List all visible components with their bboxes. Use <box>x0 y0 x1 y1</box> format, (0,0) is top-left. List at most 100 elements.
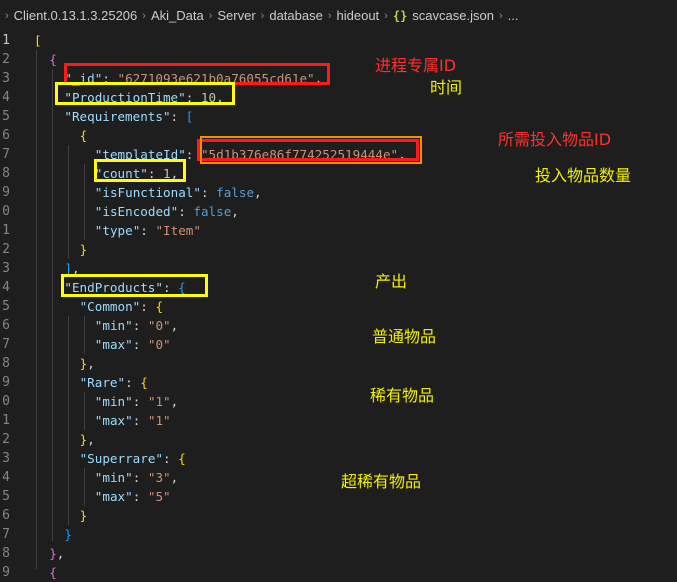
code-token: : <box>140 223 156 238</box>
code-line[interactable]: 9 "Rare": { <box>0 373 677 392</box>
breadcrumb-symbol-ellipsis[interactable]: ... <box>508 8 519 23</box>
chevron-right-icon: › <box>384 9 388 22</box>
code-token: : <box>140 299 156 314</box>
code-token: "0" <box>147 318 171 333</box>
breadcrumb-item-aki-data[interactable]: Aki_Data <box>151 8 204 23</box>
code-line[interactable]: 9{ <box>0 563 677 582</box>
line-number: 8 <box>2 166 10 181</box>
rare-note: 稀有物品 <box>370 386 435 405</box>
code-text: } <box>64 525 72 544</box>
code-text: "Requirements": [ <box>64 107 193 126</box>
code-line[interactable]: 6 "min": "0", <box>0 316 677 335</box>
end-products-highlight-box <box>61 274 208 297</box>
code-token: [ <box>34 33 42 48</box>
code-token: , <box>87 432 95 447</box>
code-token: "1" <box>147 394 171 409</box>
line-number: 4 <box>2 280 10 295</box>
line-number: 8 <box>2 356 10 371</box>
code-text: "Superrare": { <box>80 449 186 468</box>
line-number: 7 <box>2 337 10 352</box>
code-token: , <box>254 185 262 200</box>
code-line[interactable]: 5 "Common": { <box>0 297 677 316</box>
code-token: { <box>155 299 164 314</box>
count-note: 投入物品数量 <box>535 166 632 185</box>
code-text: }, <box>80 430 95 449</box>
code-line[interactable]: 1 "max": "1" <box>0 411 677 430</box>
line-number: 7 <box>2 147 10 162</box>
code-line[interactable]: 8}, <box>0 544 677 563</box>
code-token: , <box>170 394 179 409</box>
code-token: : <box>132 337 148 352</box>
code-line[interactable]: 8}, <box>0 354 677 373</box>
code-token: false <box>216 185 255 200</box>
code-token: , <box>87 356 95 371</box>
code-token: "Common" <box>79 299 141 314</box>
superrare-note: 超稀有物品 <box>341 472 422 491</box>
line-number: 4 <box>2 90 10 105</box>
line-number: 5 <box>2 299 10 314</box>
code-text: "type": "Item" <box>95 221 201 240</box>
code-text: "max": "5" <box>95 487 171 506</box>
code-line[interactable]: 0 "min": "1", <box>0 392 677 411</box>
breadcrumb-item-client[interactable]: Client.0.13.1.3.25206 <box>14 8 138 23</box>
code-text: } <box>80 240 88 259</box>
chevron-right-icon: › <box>260 9 265 22</box>
line-number: 2 <box>2 242 10 257</box>
line-number: 1 <box>2 33 10 48</box>
code-editor[interactable]: 1[2{3 "_id": "6271093e621b0a76055cd61e", 4… <box>0 31 677 580</box>
code-text: "Rare": { <box>80 373 148 392</box>
line-number: 1 <box>2 223 10 238</box>
code-line[interactable]: 1 "type": "Item" <box>0 221 677 240</box>
code-text: [ <box>34 31 42 50</box>
code-token: { <box>79 128 88 143</box>
code-line[interactable]: 5 "Requirements": [ <box>0 107 677 126</box>
code-text: { <box>49 563 57 582</box>
code-token: "isFunctional" <box>94 185 201 200</box>
code-token: { <box>49 565 57 580</box>
chevron-right-icon: › <box>498 9 503 22</box>
breadcrumb: › Client.0.13.1.3.25206 › Aki_Data › Ser… <box>0 0 677 31</box>
code-token: , <box>170 470 179 485</box>
code-token: } <box>79 508 88 523</box>
line-number: 3 <box>2 451 10 466</box>
code-token: , <box>231 204 239 219</box>
code-token: : <box>132 489 148 504</box>
code-token: : <box>178 204 194 219</box>
code-token: : <box>132 318 148 333</box>
breadcrumb-item-hideout[interactable]: hideout <box>337 8 380 23</box>
code-token: "Rare" <box>79 375 126 390</box>
code-token: : <box>125 375 141 390</box>
code-token: "Superrare" <box>79 451 163 466</box>
code-token: "Item" <box>155 223 201 238</box>
time-note: 时间 <box>430 78 463 97</box>
code-text: "min": "1", <box>95 392 178 411</box>
breadcrumb-item-database[interactable]: database <box>269 8 323 23</box>
code-token: : <box>132 413 148 428</box>
output-note: 产出 <box>375 272 408 291</box>
code-line[interactable]: 5 "max": "5" <box>0 487 677 506</box>
line-number: 7 <box>2 527 10 542</box>
code-line[interactable]: 4 "min": "3", <box>0 468 677 487</box>
line-number: 6 <box>2 508 10 523</box>
code-line[interactable]: 7 "max": "0" <box>0 335 677 354</box>
code-token: "Requirements" <box>64 109 171 124</box>
code-text: "min": "0", <box>95 316 178 335</box>
code-line[interactable]: 3 "Superrare": { <box>0 449 677 468</box>
line-number: 5 <box>2 489 10 504</box>
code-line[interactable]: 2} <box>0 240 677 259</box>
code-line[interactable]: 0 "isEncoded": false, <box>0 202 677 221</box>
code-line[interactable]: 2}, <box>0 430 677 449</box>
code-text: "max": "1" <box>95 411 171 430</box>
breadcrumb-item-server[interactable]: Server <box>217 8 255 23</box>
code-text: "min": "3", <box>95 468 178 487</box>
code-token: "isEncoded" <box>94 204 179 219</box>
code-line[interactable]: 7} <box>0 525 677 544</box>
line-number: 1 <box>2 413 10 428</box>
code-line[interactable]: 6} <box>0 506 677 525</box>
code-token: : <box>163 451 179 466</box>
code-line[interactable]: 1[ <box>0 31 677 50</box>
code-token: "min" <box>94 394 133 409</box>
breadcrumb-file[interactable]: scavcase.json <box>412 8 494 23</box>
code-token: "0" <box>147 337 171 352</box>
code-token: "type" <box>94 223 141 238</box>
